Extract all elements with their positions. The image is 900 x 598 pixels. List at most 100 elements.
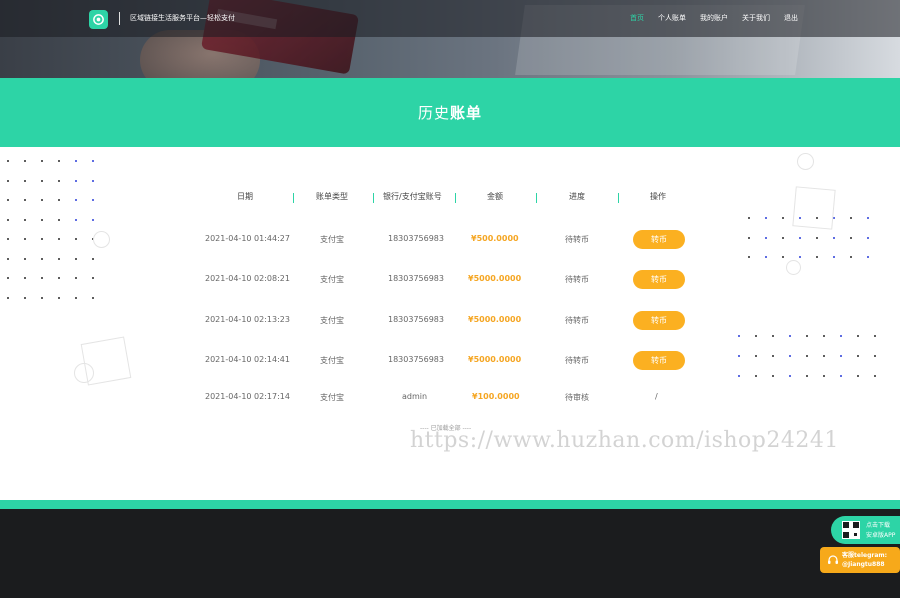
decor-dot [41, 296, 43, 299]
page-title-band: 历史 账单 [0, 78, 900, 147]
decor-dot [75, 199, 77, 201]
page-title-emphasis: 账单 [450, 104, 483, 122]
column-header-status: 进度 [569, 192, 585, 201]
decor-dot [738, 335, 740, 337]
decor-circle [797, 153, 814, 170]
nav-item-home[interactable]: 首页 [630, 13, 644, 23]
decor-dot [24, 238, 26, 240]
decor-dot [874, 335, 876, 337]
decor-dot [58, 160, 60, 162]
nav-item-account[interactable]: 我的账户 [700, 13, 728, 23]
cell-status: 待转币 [565, 275, 589, 284]
decor-dot [755, 335, 757, 337]
cell-account: 18303756983 [388, 315, 444, 324]
page: 区域链接生活服务平台—轻松支付 首页 个人账单 我的账户 关于我们 退出 历史 … [0, 0, 900, 598]
decor-dot [75, 218, 77, 221]
transfer-button[interactable]: 转币 [633, 230, 685, 249]
cell-date: 2021-04-10 02:08:21 [205, 274, 290, 283]
decor-dot [857, 335, 859, 337]
decor-dot [24, 277, 26, 279]
bill-history-table: 日期 账单类型 银行/支付宝账号 金额 进度 操作 2021-04-10 01:… [205, 191, 705, 402]
decor-dot [823, 335, 825, 337]
decor-dot [41, 179, 43, 182]
nav-item-about[interactable]: 关于我们 [742, 13, 770, 23]
decor-dot [850, 217, 852, 219]
decor-dot [58, 218, 60, 221]
support-line2: @Jiangtu888 [842, 561, 885, 568]
column-header-date: 日期 [237, 192, 253, 201]
cell-type: 支付宝 [320, 235, 344, 244]
logo-icon[interactable] [89, 10, 108, 29]
transfer-button[interactable]: 转币 [633, 270, 685, 289]
decor-dot [41, 199, 43, 201]
decor-dot [799, 256, 801, 258]
decor-dot [857, 355, 859, 357]
column-header-account: 银行/支付宝账号 [383, 192, 442, 201]
decor-dot [92, 257, 94, 260]
decor-dot [772, 375, 774, 377]
decor-dot [840, 335, 842, 337]
decor-dot [7, 218, 9, 221]
decor-dot [75, 238, 77, 240]
decor-dot [41, 218, 43, 221]
nav-item-bills[interactable]: 个人账单 [658, 13, 686, 23]
decor-dot [24, 160, 26, 162]
decor-dot [816, 256, 818, 258]
decor-dot [789, 355, 791, 357]
decor-dot [58, 277, 60, 279]
decor-dot [58, 179, 60, 182]
decor-dot [867, 236, 869, 239]
decor-dot [58, 257, 60, 260]
table-row: 2021-04-10 01:44:27 支付宝 18303756983 ¥500… [205, 230, 705, 250]
decor-dot [24, 218, 26, 221]
decor-dot [24, 257, 26, 260]
footer [0, 509, 900, 598]
cell-status: 待转币 [565, 356, 589, 365]
decor-dot [857, 375, 859, 377]
decor-dot [41, 238, 43, 240]
decor-dot [75, 179, 77, 182]
decor-dot [840, 355, 842, 357]
nav-item-logout[interactable]: 退出 [784, 13, 798, 23]
download-app-line1: 点击下载 [866, 522, 891, 529]
decor-dot [748, 217, 750, 219]
decor-dot [874, 375, 876, 377]
decor-dot [765, 236, 767, 239]
decor-dot [833, 236, 835, 239]
decor-dot [806, 335, 808, 337]
transfer-button[interactable]: 转币 [633, 351, 685, 370]
decor-dot [789, 335, 791, 337]
table-row: 2021-04-10 02:17:14 支付宝 admin ¥100.0000 … [205, 388, 705, 408]
main-nav: 首页 个人账单 我的账户 关于我们 退出 [630, 13, 812, 23]
column-separator [536, 193, 537, 203]
cell-date: 2021-04-10 02:13:23 [205, 315, 290, 324]
decor-dot [41, 257, 43, 260]
column-separator [455, 193, 456, 203]
footer-accent-band [0, 500, 900, 509]
decor-dot [755, 375, 757, 377]
table-row: 2021-04-10 02:13:23 支付宝 18303756983 ¥500… [205, 311, 705, 331]
transfer-button[interactable]: 转币 [633, 311, 685, 330]
decor-dot [75, 296, 77, 299]
column-header-amount: 金额 [487, 192, 503, 201]
decor-dot [748, 236, 750, 239]
cell-type: 支付宝 [320, 275, 344, 284]
decor-dot [840, 375, 842, 377]
decor-dot [833, 256, 835, 258]
support-telegram-button[interactable]: 客服telegram: @Jiangtu888 [820, 547, 900, 573]
decor-square [792, 186, 836, 230]
table-row: 2021-04-10 02:08:21 支付宝 18303756983 ¥500… [205, 270, 705, 290]
decor-dot [738, 355, 740, 357]
no-action-mark: / [655, 392, 658, 401]
column-separator [293, 193, 294, 203]
download-app-button[interactable]: 点击下载 安卓版APP [831, 516, 900, 544]
decor-dot [867, 256, 869, 258]
decor-dot [7, 257, 9, 260]
decor-dot [92, 277, 94, 279]
decor-circle [786, 260, 801, 275]
decor-dot [7, 199, 9, 201]
decor-dot [799, 236, 801, 239]
cell-status: 待转币 [565, 235, 589, 244]
decor-dot [789, 375, 791, 377]
decor-dot [782, 236, 784, 239]
